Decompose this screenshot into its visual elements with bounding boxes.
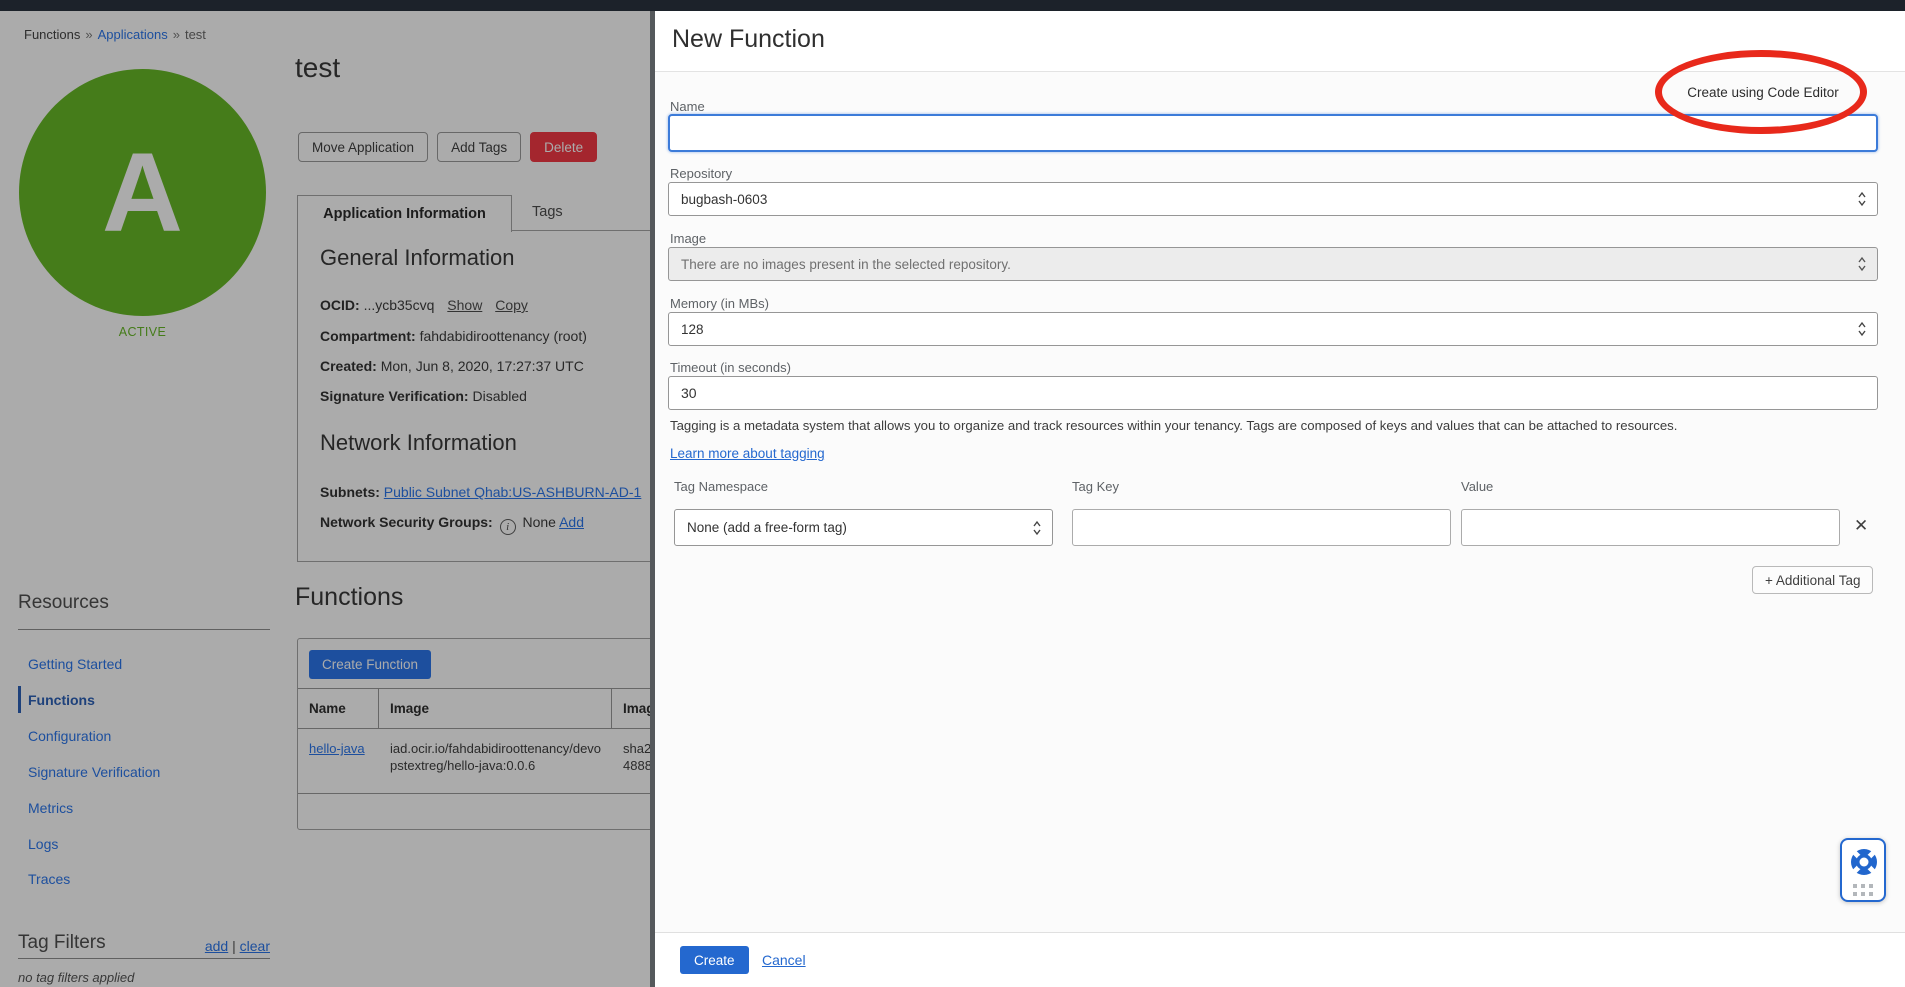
- screen: Functions»Applications»test A ACTIVE tes…: [0, 0, 1905, 987]
- additional-tag-button[interactable]: + Additional Tag: [1752, 566, 1873, 594]
- modal-backdrop[interactable]: [0, 0, 650, 987]
- tag-namespace-label: Tag Namespace: [674, 479, 768, 494]
- timeout-label: Timeout (in seconds): [670, 360, 791, 375]
- memory-label: Memory (in MBs): [670, 296, 769, 311]
- chevron-up-down-icon: [1857, 256, 1867, 272]
- cancel-link[interactable]: Cancel: [762, 952, 806, 968]
- tag-value-label: Value: [1461, 479, 1493, 494]
- tag-namespace-selected-value: None (add a free-form tag): [687, 520, 847, 535]
- repository-select[interactable]: bugbash-0603: [668, 182, 1878, 216]
- learn-more-tagging-link[interactable]: Learn more about tagging: [670, 446, 825, 461]
- memory-select[interactable]: 128: [668, 312, 1878, 346]
- repository-selected-value: bugbash-0603: [681, 192, 767, 207]
- lifebuoy-help-icon[interactable]: [1848, 846, 1880, 878]
- chevron-up-down-icon: [1032, 520, 1042, 536]
- drawer-footer: Create Cancel: [655, 932, 1905, 987]
- page-scrollbar[interactable]: [650, 11, 655, 987]
- tag-key-label: Tag Key: [1072, 479, 1119, 494]
- chevron-up-down-icon: [1857, 321, 1867, 337]
- drawer-title: New Function: [672, 25, 825, 54]
- image-selected-value: There are no images present in the selec…: [681, 257, 1011, 272]
- tagging-description: Tagging is a metadata system that allows…: [670, 418, 1677, 433]
- tag-value-input[interactable]: [1461, 509, 1840, 546]
- memory-selected-value: 128: [681, 322, 704, 337]
- repository-label: Repository: [670, 166, 732, 181]
- chevron-up-down-icon: [1857, 191, 1867, 207]
- drag-handle-dots[interactable]: [1853, 884, 1877, 896]
- name-input[interactable]: [668, 114, 1878, 152]
- help-widget[interactable]: [1840, 838, 1886, 902]
- image-select[interactable]: There are no images present in the selec…: [668, 247, 1878, 281]
- name-label: Name: [670, 99, 705, 114]
- create-using-code-editor-link[interactable]: Create using Code Editor: [1674, 85, 1852, 100]
- new-function-drawer: New Function Name Repository bugbash-060…: [650, 11, 1905, 987]
- timeout-input[interactable]: [668, 376, 1878, 410]
- background-page: Functions»Applications»test A ACTIVE tes…: [0, 0, 650, 987]
- top-navigation-bar: [0, 0, 1905, 11]
- tag-namespace-select[interactable]: None (add a free-form tag): [674, 509, 1053, 546]
- image-label: Image: [670, 231, 706, 246]
- remove-tag-icon[interactable]: ✕: [1854, 516, 1868, 536]
- tag-key-input[interactable]: [1072, 509, 1451, 546]
- drawer-header: New Function: [655, 11, 1905, 72]
- create-button[interactable]: Create: [680, 946, 749, 974]
